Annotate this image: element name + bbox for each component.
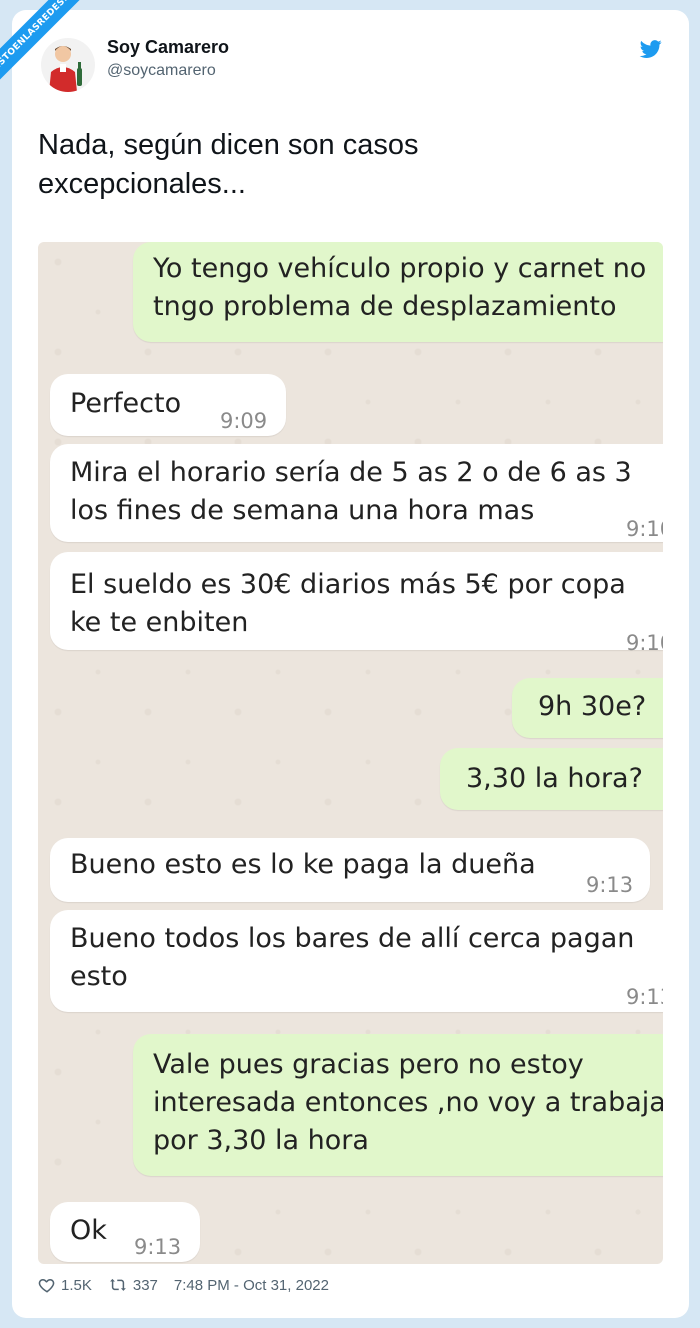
message-time: 9:13 — [134, 1235, 182, 1259]
message-line: esto — [70, 961, 128, 992]
message-line: tngo problema de desplazamiento — [153, 291, 617, 322]
chat-bubble-incoming: Mira el horario sería de 5 as 2 o de 6 a… — [50, 444, 663, 542]
tweet-text-line: excepcionales... — [38, 168, 246, 200]
chat-bubble-incoming: El sueldo es 30€ diarios más 5€ por copa… — [50, 552, 663, 655]
tweet-text-line: Nada, según dicen son casos — [38, 129, 419, 161]
message-line: interesada entonces ,no voy a trabajar — [153, 1087, 663, 1118]
tweet-actions: 1.5K 337 7:48 PM - Oct 31, 2022 — [38, 1276, 345, 1294]
message-line: El sueldo es 30€ diarios más 5€ por copa — [70, 569, 626, 600]
chat-bubble-incoming: Ok 9:13 — [50, 1202, 200, 1262]
message-time: 9:10 — [626, 631, 663, 655]
message-line: Bueno esto es lo ke paga la dueña — [70, 849, 536, 880]
message-line: Ok — [70, 1215, 107, 1246]
message-line: por 3,30 la hora — [153, 1125, 369, 1156]
chat-bubble-incoming: Bueno todos los bares de allí cerca paga… — [50, 910, 663, 1012]
retweet-icon — [109, 1278, 126, 1291]
tweet-card: Soy Camarero @soycamarero Nada, según di… — [12, 10, 689, 1318]
message-line: Vale pues gracias pero no estoy — [153, 1049, 584, 1080]
like-count: 1.5K — [61, 1276, 92, 1294]
chat-bubble-incoming: Perfecto 9:09 — [50, 374, 286, 436]
message-time: 9:09 — [220, 409, 268, 433]
tweet-text: Nada, según dicen son casos excepcionale… — [38, 126, 638, 204]
chat-bubble-incoming: Bueno esto es lo ke paga la dueña 9:13 — [50, 838, 650, 902]
author-name[interactable]: Soy Camarero — [107, 37, 229, 58]
like-button[interactable]: 1.5K — [38, 1276, 92, 1294]
timestamp-text: 7:48 PM - Oct 31, 2022 — [173, 1276, 329, 1294]
chat-bubble-outgoing: 3,30 la hora? — [440, 748, 663, 810]
heart-icon — [38, 1278, 55, 1293]
message-time: 9:10 — [626, 517, 663, 541]
chat-screenshot[interactable]: Yo tengo vehículo propio y carnet no tng… — [38, 242, 663, 1264]
message-line: los fines de semana una hora mas — [70, 495, 535, 526]
tweet-timestamp[interactable]: 7:48 PM - Oct 31, 2022 — [174, 1277, 329, 1294]
author-handle[interactable]: @soycamarero — [107, 62, 216, 80]
twitter-bird-icon[interactable] — [638, 38, 664, 60]
retweet-button[interactable]: 337 — [108, 1276, 158, 1294]
message-line: Perfecto — [70, 388, 182, 419]
chat-bubble-outgoing: Yo tengo vehículo propio y carnet no tng… — [133, 242, 663, 342]
message-line: Mira el horario sería de 5 as 2 o de 6 a… — [70, 457, 632, 488]
message-time: 9:13 — [586, 873, 634, 897]
message-line: Yo tengo vehículo propio y carnet no — [153, 253, 647, 284]
message-line: ke te enbiten — [70, 607, 249, 638]
message-line: Bueno todos los bares de allí cerca paga… — [70, 923, 635, 954]
chat-bubble-outgoing: 9h 30e? — [512, 678, 663, 738]
chat-bubble-outgoing: Vale pues gracias pero no estoy interesa… — [133, 1034, 663, 1176]
avatar[interactable] — [41, 38, 95, 92]
message-line: 3,30 la hora? — [466, 763, 643, 794]
message-time: 9:13 — [626, 985, 663, 1009]
message-line: 9h 30e? — [538, 691, 647, 722]
retweet-count: 337 — [132, 1276, 158, 1294]
